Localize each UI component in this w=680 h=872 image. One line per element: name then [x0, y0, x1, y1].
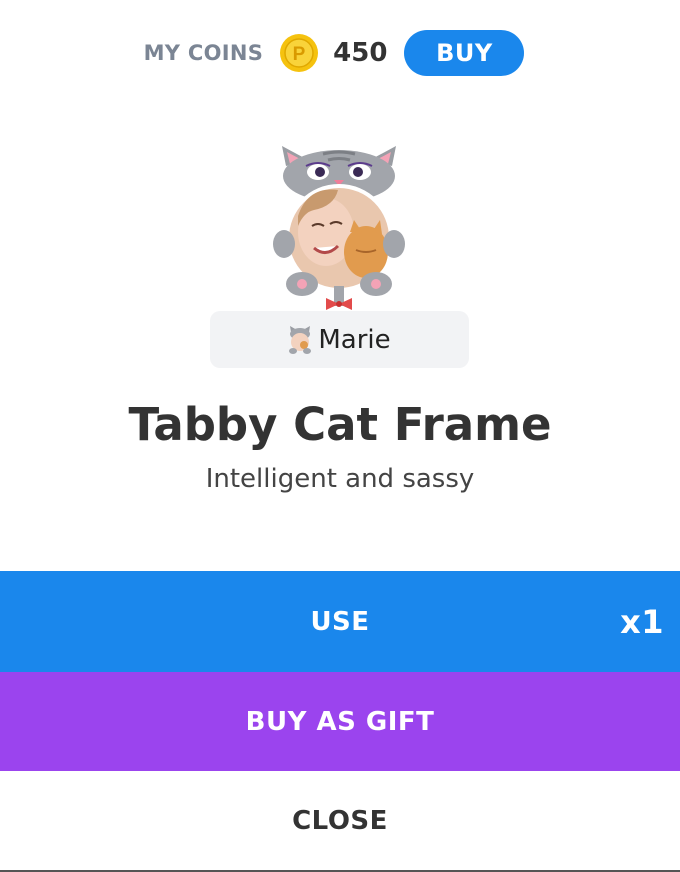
- cat-badge-icon: [288, 325, 312, 354]
- my-coins-label: MY COINS: [143, 41, 264, 65]
- tabby-cat-frame-avatar: [268, 146, 410, 314]
- coins-bar: MY COINS P 450 BUY: [0, 29, 680, 77]
- username-label: Marie: [318, 324, 391, 355]
- coin-letter: P: [293, 44, 306, 65]
- close-button-label: CLOSE: [292, 806, 388, 836]
- use-button-label: USE: [310, 606, 370, 637]
- use-quantity-badge: x1: [620, 602, 664, 641]
- gold-coin-icon: P: [279, 33, 319, 73]
- coin-balance: 450: [333, 38, 388, 68]
- use-button[interactable]: USE x1: [0, 571, 680, 672]
- item-title: Tabby Cat Frame: [128, 398, 552, 451]
- buy-as-gift-label: BUY AS GIFT: [245, 706, 435, 737]
- item-subtitle: Intelligent and sassy: [205, 464, 475, 494]
- buy-as-gift-button[interactable]: BUY AS GIFT: [0, 672, 680, 771]
- close-button[interactable]: CLOSE: [0, 771, 680, 871]
- username-chip: Marie: [210, 311, 469, 368]
- buy-coins-button[interactable]: BUY: [404, 30, 525, 76]
